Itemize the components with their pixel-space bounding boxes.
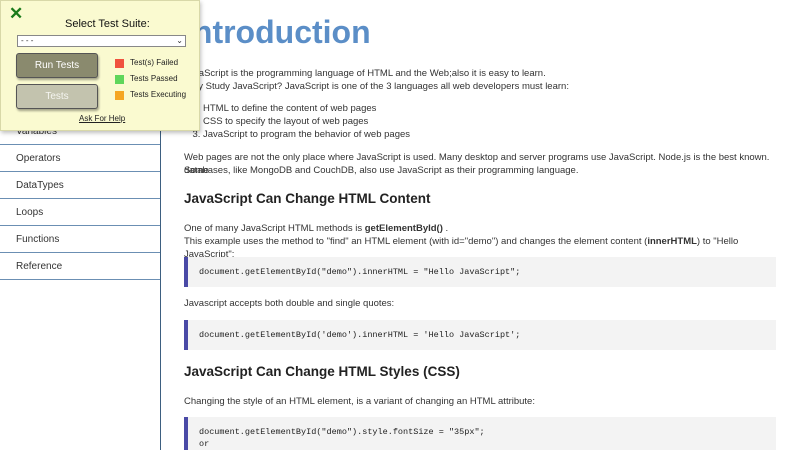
- code-block: document.getElementById("demo").innerHTM…: [184, 257, 776, 287]
- executing-swatch: [115, 91, 124, 100]
- code-block: document.getElementById("demo").style.fo…: [184, 417, 776, 450]
- sidebar-item-label: Functions: [16, 234, 60, 245]
- methods-suffix: .: [442, 223, 449, 234]
- example-prefix: This example uses the method to "find" a…: [184, 236, 648, 247]
- select-value: - - -: [21, 36, 34, 45]
- languages-list: HTML to define the content of web pages …: [203, 102, 410, 141]
- sidebar-item-label: Reference: [16, 261, 63, 272]
- test-suite-popup: ✕ Select Test Suite: - - - ⌄ Run Tests T…: [0, 0, 200, 131]
- methods-bold: getElementById(): [364, 223, 443, 234]
- example-bold: innerHTML: [647, 236, 697, 247]
- sidebar-item-label: Loops: [16, 207, 44, 218]
- code-line: document.getElementById("demo").innerHTM…: [199, 267, 521, 277]
- run-tests-button[interactable]: Run Tests: [16, 53, 98, 78]
- sidebar-item-datatypes[interactable]: DataTypes: [0, 172, 160, 199]
- code-line: or: [199, 439, 210, 449]
- tests-button[interactable]: Tests: [16, 84, 98, 109]
- nodejs-line-2: databases, like MongoDB and CouchDB, als…: [184, 165, 579, 176]
- sidebar-item-label: Operators: [16, 153, 61, 164]
- sidebar-item-functions[interactable]: Functions: [0, 226, 160, 253]
- main-content: Introduction JavaScript is the programmi…: [162, 0, 800, 450]
- methods-prefix: One of many JavaScript HTML methods is: [184, 223, 365, 234]
- section-heading-html-content: JavaScript Can Change HTML Content: [184, 191, 431, 206]
- list-item: JavaScript to program the behavior of we…: [203, 128, 410, 141]
- quotes-text: Javascript accepts both double and singl…: [184, 298, 395, 309]
- section-heading-css: JavaScript Can Change HTML Styles (CSS): [184, 364, 460, 379]
- page-title: Introduction: [184, 14, 371, 50]
- sidebar-item-operators[interactable]: Operators: [0, 145, 160, 172]
- css-text: Changing the style of an HTML element, i…: [184, 396, 535, 407]
- legend-label: Test(s) Failed: [130, 58, 179, 67]
- list-item: CSS to specify the layout of web pages: [203, 115, 410, 128]
- sidebar-item-loops[interactable]: Loops: [0, 199, 160, 226]
- close-x-icon[interactable]: ✕: [9, 4, 23, 24]
- intro-line-2: Why Study JavaScript? JavaScript is one …: [184, 81, 569, 92]
- passed-swatch: [115, 75, 124, 84]
- methods-text: One of many JavaScript HTML methods is g…: [184, 222, 779, 235]
- intro-line-1: JavaScript is the programming language o…: [184, 68, 546, 79]
- list-item: HTML to define the content of web pages: [203, 102, 410, 115]
- code-line: document.getElementById('demo').innerHTM…: [199, 330, 521, 340]
- sidebar-item-reference[interactable]: Reference: [0, 253, 160, 280]
- code-block: document.getElementById('demo').innerHTM…: [184, 320, 776, 350]
- failed-swatch: [115, 59, 124, 68]
- legend-label: Tests Executing: [130, 90, 187, 99]
- legend-label: Tests Passed: [130, 74, 178, 83]
- chevron-down-icon: ⌄: [176, 36, 183, 45]
- sidebar-item-label: DataTypes: [16, 180, 64, 191]
- popup-title: Select Test Suite:: [65, 18, 150, 30]
- code-line: document.getElementById("demo").style.fo…: [199, 427, 485, 437]
- test-suite-select[interactable]: - - - ⌄: [17, 35, 186, 47]
- ask-for-help-link[interactable]: Ask For Help: [79, 114, 125, 123]
